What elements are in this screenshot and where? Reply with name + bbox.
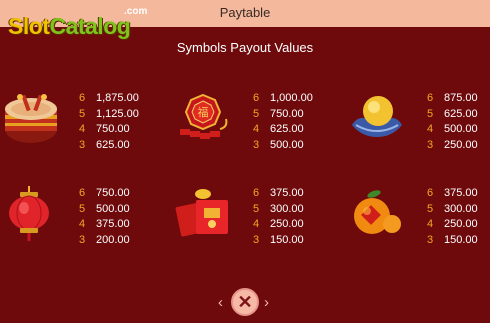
payout-row: 5 300.00	[253, 202, 304, 218]
payout-row: 4 375.00	[79, 217, 130, 233]
close-button[interactable]: ✕	[231, 288, 259, 316]
payout-count: 6	[427, 187, 434, 199]
prev-page-button[interactable]: ‹	[218, 294, 223, 311]
drum-icon	[2, 91, 60, 147]
payout-value: 500.00	[96, 202, 130, 215]
payout-value: 150.00	[444, 233, 478, 246]
payout-value: 625.00	[96, 138, 130, 151]
payout-row: 3 200.00	[79, 233, 130, 249]
payout-count: 5	[253, 107, 260, 120]
gold-ingot-icon	[348, 91, 406, 147]
payout-count: 4	[253, 123, 260, 135]
payout-count: 3	[253, 233, 260, 246]
payout-row: 6 1,000.00	[253, 91, 313, 107]
payout-row: 5 750.00	[253, 107, 313, 123]
payout-row: 4 250.00	[427, 217, 478, 233]
payout-list-lantern: 6 750.00 5 500.00 4 375.00 3 200.00	[79, 186, 130, 248]
logo-slot: Slot	[8, 13, 50, 39]
payout-value: 150.00	[270, 233, 304, 246]
payout-count: 6	[427, 92, 434, 104]
payout-row: 4 750.00	[79, 122, 139, 138]
payout-value: 375.00	[444, 187, 478, 199]
payout-row: 6 375.00	[253, 186, 304, 202]
payout-row: 5 625.00	[427, 107, 478, 123]
section-subtitle: Symbols Payout Values	[176, 40, 314, 55]
firecracker-fu-icon: 福	[174, 91, 232, 147]
payout-row: 6 1,875.00	[79, 91, 139, 107]
payout-list-envelope: 6 375.00 5 300.00 4 250.00 3 150.00	[253, 186, 304, 248]
red-envelope-icon	[174, 186, 232, 242]
svg-text:福: 福	[198, 105, 209, 119]
payout-count: 3	[427, 233, 434, 246]
payout-count: 4	[253, 218, 260, 230]
payout-row: 5 500.00	[79, 202, 130, 218]
payout-count: 6	[79, 187, 86, 199]
payout-row: 4 250.00	[253, 217, 304, 233]
payout-value: 300.00	[444, 202, 478, 215]
payout-row: 6 375.00	[427, 186, 478, 202]
payout-count: 5	[253, 202, 260, 215]
payout-value: 875.00	[444, 92, 478, 104]
payout-value: 750.00	[96, 123, 130, 135]
payout-value: 625.00	[444, 107, 478, 120]
payout-row: 6 750.00	[79, 186, 130, 202]
payout-value: 375.00	[270, 187, 304, 199]
payout-list-firecracker: 6 1,000.00 5 750.00 4 625.00 3 500.00	[253, 91, 313, 153]
payout-row: 5 300.00	[427, 202, 478, 218]
payout-value: 1,125.00	[96, 107, 139, 120]
payout-value: 375.00	[96, 218, 130, 230]
payout-count: 6	[253, 187, 260, 199]
payout-row: 4 500.00	[427, 122, 478, 138]
payout-value: 200.00	[96, 233, 130, 246]
payout-row: 3 150.00	[427, 233, 478, 249]
payout-row: 5 1,125.00	[79, 107, 139, 123]
payout-list-drum: 6 1,875.00 5 1,125.00 4 750.00 3 625.00	[79, 91, 139, 153]
payout-value: 1,000.00	[270, 92, 313, 104]
payout-value: 250.00	[270, 218, 304, 230]
payout-value: 300.00	[270, 202, 304, 215]
payout-count: 3	[253, 138, 260, 151]
payout-row: 3 500.00	[253, 138, 313, 154]
paytable-navigation: ‹ ✕ ›	[217, 287, 273, 317]
payout-count: 4	[79, 123, 86, 135]
logo-catalog: Catalog	[49, 13, 131, 39]
payout-count: 3	[79, 233, 86, 246]
payout-value: 500.00	[270, 138, 304, 151]
payout-row: 3 250.00	[427, 138, 478, 154]
payout-count: 5	[79, 107, 86, 120]
payout-count: 5	[427, 107, 434, 120]
payout-list-orange: 6 375.00 5 300.00 4 250.00 3 150.00	[427, 186, 478, 248]
payout-row: 6 875.00	[427, 91, 478, 107]
next-page-button[interactable]: ›	[264, 294, 269, 311]
payout-row: 3 625.00	[79, 138, 139, 154]
payout-value: 250.00	[444, 218, 478, 230]
payout-value: 750.00	[270, 107, 304, 120]
payout-value: 500.00	[444, 123, 478, 135]
payout-count: 4	[427, 218, 434, 230]
orange-icon	[350, 186, 408, 242]
payout-value: 625.00	[270, 123, 304, 135]
payout-list-ingot: 6 875.00 5 625.00 4 500.00 3 250.00	[427, 91, 478, 153]
payout-value: 250.00	[444, 138, 478, 151]
payout-count: 3	[79, 138, 86, 151]
payout-row: 4 625.00	[253, 122, 313, 138]
payout-count: 4	[79, 218, 86, 230]
payout-count: 3	[427, 138, 434, 151]
payout-value: 750.00	[96, 187, 130, 199]
payout-row: 3 150.00	[253, 233, 304, 249]
payout-count: 5	[427, 202, 434, 215]
payout-count: 6	[79, 92, 86, 104]
payout-count: 6	[253, 92, 260, 104]
red-lantern-icon	[0, 186, 58, 242]
payout-count: 5	[79, 202, 86, 215]
payout-value: 1,875.00	[96, 92, 139, 104]
payout-count: 4	[427, 123, 434, 135]
